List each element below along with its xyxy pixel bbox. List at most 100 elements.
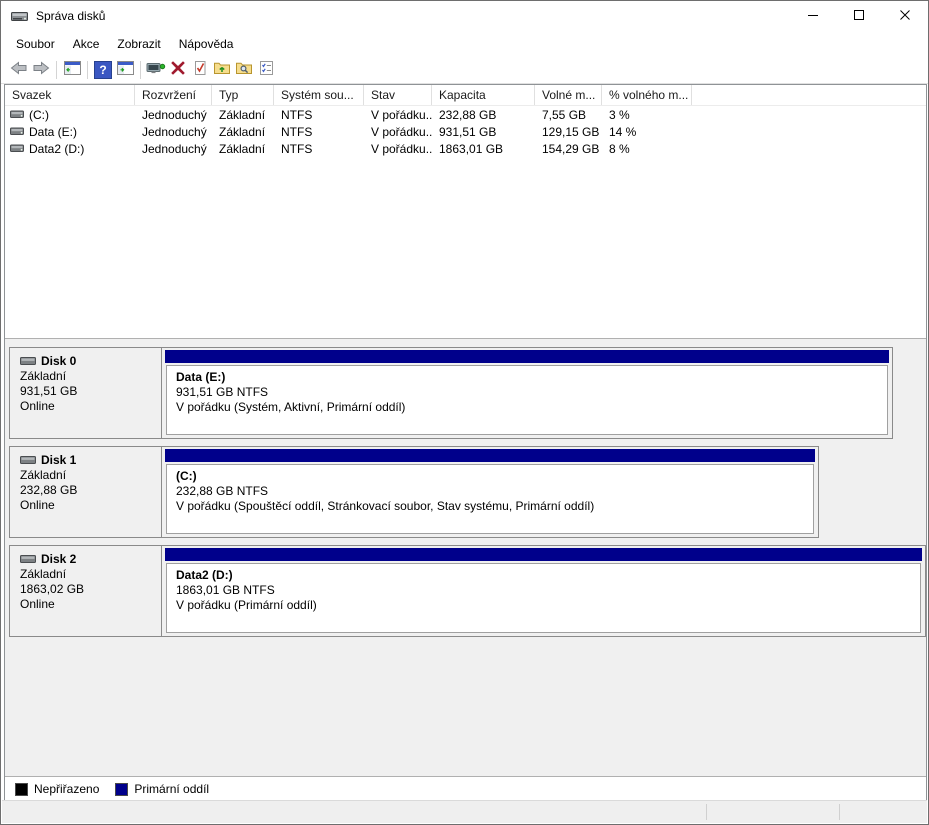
volume-filesystem: NTFS <box>274 125 364 139</box>
volume-capacity: 1863,01 GB <box>432 142 535 156</box>
disk-name: Disk 1 <box>41 453 76 467</box>
volume-free-percent: 8 % <box>602 142 692 156</box>
column-header-volne-misto[interactable]: Volné m... <box>535 85 602 105</box>
volume-filesystem: NTFS <box>274 108 364 122</box>
partition-color-bar <box>165 350 889 363</box>
explore-button[interactable] <box>233 59 255 81</box>
show-console-tree-button[interactable] <box>61 59 83 81</box>
status-bar <box>2 800 927 823</box>
task-list-button[interactable] <box>255 59 277 81</box>
partition-data2-d[interactable]: Data2 (D:) 1863,01 GB NTFS V pořádku (Pr… <box>165 548 922 633</box>
forward-button[interactable] <box>30 59 52 81</box>
disk-row-2: Disk 2 Základní 1863,02 GB Online Data2 … <box>9 545 926 637</box>
volume-free-percent: 14 % <box>602 125 692 139</box>
title-bar[interactable]: Správa disků <box>1 1 928 31</box>
forward-arrow-icon <box>32 60 50 79</box>
volume-list-header: Svazek Rozvržení Typ Systém sou... Stav … <box>5 85 926 106</box>
disk-size: 1863,02 GB <box>20 582 161 597</box>
help-button[interactable]: ? <box>92 59 114 81</box>
app-drive-icon <box>11 9 28 23</box>
disk-type: Základní <box>20 468 161 483</box>
partition-size-fs: 1863,01 GB NTFS <box>176 583 920 598</box>
volume-row-data2-d[interactable]: Data2 (D:) Jednoduchý Základní NTFS V po… <box>5 140 926 157</box>
legend-item-unallocated: Nepřiřazeno <box>15 782 99 796</box>
disk-row-1: Disk 1 Základní 232,88 GB Online (C:) 23… <box>9 446 819 538</box>
menu-akce[interactable]: Akce <box>64 34 109 54</box>
volume-name: Data2 (D:) <box>29 142 84 156</box>
volume-type: Základní <box>212 125 274 139</box>
close-icon <box>899 9 911 24</box>
folder-search-icon <box>235 60 253 79</box>
volume-drive-icon <box>10 144 24 153</box>
disk-row-0: Disk 0 Základní 931,51 GB Online Data (E… <box>9 347 893 439</box>
disk-type: Základní <box>20 567 161 582</box>
volume-type: Základní <box>212 108 274 122</box>
volume-drive-icon <box>10 127 24 136</box>
menu-zobrazit[interactable]: Zobrazit <box>108 34 169 54</box>
disk-2-header[interactable]: Disk 2 Základní 1863,02 GB Online <box>10 546 162 636</box>
toolbar-separator <box>87 61 88 79</box>
show-action-pane-button[interactable] <box>114 59 136 81</box>
device-view-button[interactable] <box>145 59 167 81</box>
column-header-procento-volneho[interactable]: % volného m... <box>602 85 692 105</box>
legend-item-primary-partition: Primární oddíl <box>115 782 209 796</box>
legend-label: Primární oddíl <box>134 782 209 796</box>
column-header-rozvrzeni[interactable]: Rozvržení <box>135 85 212 105</box>
column-header-kapacita[interactable]: Kapacita <box>432 85 535 105</box>
legend-bar: Nepřiřazeno Primární oddíl <box>5 776 926 801</box>
menu-napoveda[interactable]: Nápověda <box>170 34 243 54</box>
partition-label: Data (E:) <box>176 370 887 385</box>
status-bar-divider <box>839 804 840 820</box>
disk-graphical-view: Disk 0 Základní 931,51 GB Online Data (E… <box>5 339 926 776</box>
close-button[interactable] <box>882 1 928 31</box>
unallocated-swatch <box>15 783 28 796</box>
volume-layout: Jednoduchý <box>135 125 212 139</box>
maximize-button[interactable] <box>836 1 882 31</box>
disk-status: Online <box>20 498 161 513</box>
open-button[interactable] <box>211 59 233 81</box>
disk-0-header[interactable]: Disk 0 Základní 931,51 GB Online <box>10 348 162 438</box>
status-bar-divider <box>706 804 707 820</box>
disk-name: Disk 0 <box>41 354 76 368</box>
partition-c[interactable]: (C:) 232,88 GB NTFS V pořádku (Spouštěcí… <box>165 449 815 534</box>
legend-label: Nepřiřazeno <box>34 782 99 796</box>
disk-icon <box>20 455 36 465</box>
disk-name: Disk 2 <box>41 552 76 566</box>
device-monitor-icon <box>146 60 166 79</box>
volume-layout: Jednoduchý <box>135 142 212 156</box>
volume-free-space: 7,55 GB <box>535 108 602 122</box>
volume-type: Základní <box>212 142 274 156</box>
delete-volume-button[interactable] <box>167 59 189 81</box>
help-icon: ? <box>94 61 112 79</box>
volume-filesystem: NTFS <box>274 142 364 156</box>
partition-data-e[interactable]: Data (E:) 931,51 GB NTFS V pořádku (Syst… <box>165 350 889 435</box>
volume-status: V pořádku... <box>364 142 432 156</box>
disk-icon <box>20 356 36 366</box>
properties-button[interactable] <box>189 59 211 81</box>
volume-row-data-e[interactable]: Data (E:) Jednoduchý Základní NTFS V poř… <box>5 123 926 140</box>
disk-1-header[interactable]: Disk 1 Základní 232,88 GB Online <box>10 447 162 537</box>
minimize-button[interactable] <box>790 1 836 31</box>
volume-name: Data (E:) <box>29 125 77 139</box>
column-header-stav[interactable]: Stav <box>364 85 432 105</box>
maximize-icon <box>853 9 865 24</box>
partition-status: V pořádku (Systém, Aktivní, Primární odd… <box>176 400 887 415</box>
console-client-area: Svazek Rozvržení Typ Systém sou... Stav … <box>4 84 927 802</box>
partition-status: V pořádku (Primární oddíl) <box>176 598 920 613</box>
document-check-icon <box>192 60 208 79</box>
disk-management-window: Správa disků Soubor Akce Zobrazit Nápově… <box>0 0 929 825</box>
console-tree-window-icon <box>64 60 81 79</box>
folder-up-icon <box>213 60 231 79</box>
partition-color-bar <box>165 449 815 462</box>
back-button[interactable] <box>8 59 30 81</box>
window-title: Správa disků <box>36 9 105 23</box>
toolbar-separator <box>56 61 57 79</box>
disk-status: Online <box>20 597 161 612</box>
column-header-typ[interactable]: Typ <box>212 85 274 105</box>
volume-free-space: 154,29 GB <box>535 142 602 156</box>
column-header-system-souboru[interactable]: Systém sou... <box>274 85 364 105</box>
menu-soubor[interactable]: Soubor <box>7 34 64 54</box>
toolbar-separator <box>140 61 141 79</box>
volume-row-c[interactable]: (C:) Jednoduchý Základní NTFS V pořádku.… <box>5 106 926 123</box>
column-header-svazek[interactable]: Svazek <box>5 85 135 105</box>
